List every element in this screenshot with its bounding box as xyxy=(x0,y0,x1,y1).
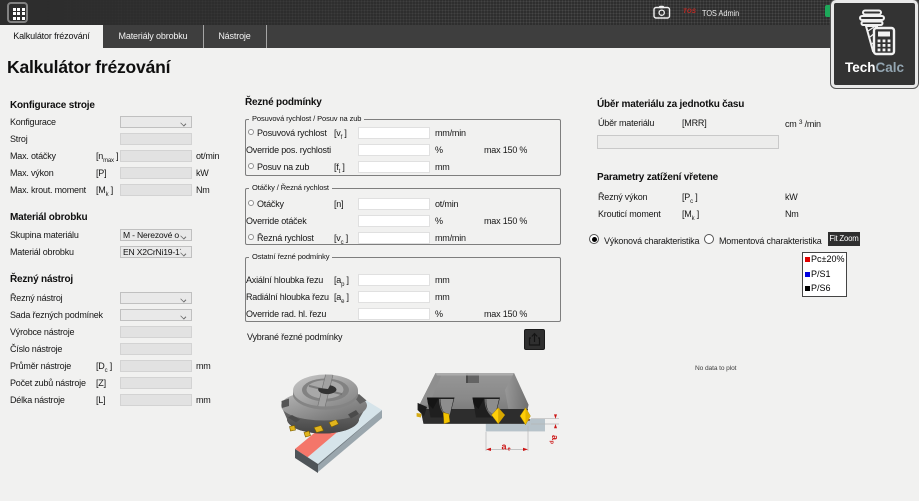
svg-text:p: p xyxy=(549,441,555,445)
svg-text:e: e xyxy=(508,447,511,453)
